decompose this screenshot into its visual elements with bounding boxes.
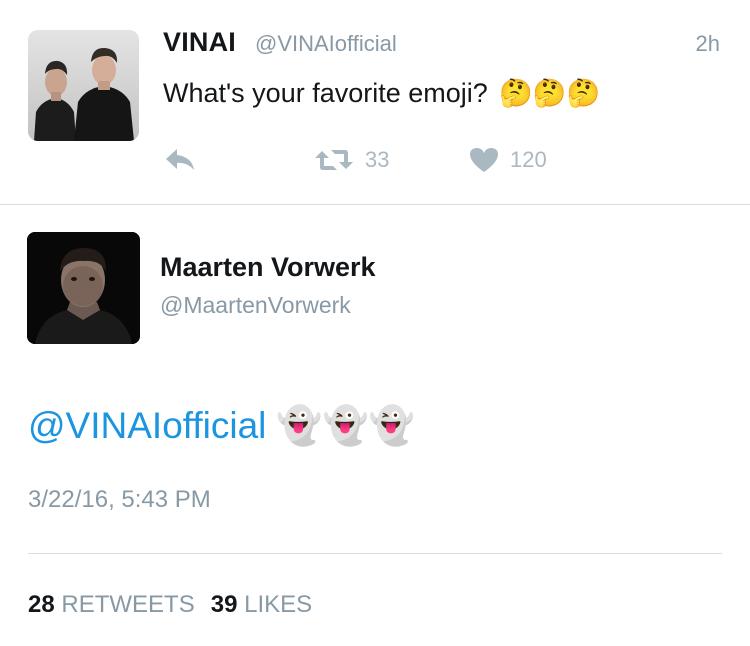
avatar-photo (28, 30, 139, 141)
engagement-stats: 28 RETWEETS 39 LIKES (28, 591, 312, 619)
mention-link[interactable]: @VINAIofficial (28, 405, 266, 446)
avatar-photo (27, 232, 140, 344)
like-count: 120 (510, 147, 547, 172)
heart-icon (470, 148, 498, 172)
retweet-icon (315, 150, 353, 170)
maarten-avatar[interactable] (27, 232, 140, 344)
parent-author-name[interactable]: VINAI (163, 27, 236, 58)
like-button[interactable]: 120 (468, 140, 547, 180)
parent-author-handle[interactable]: @VINAIofficial (255, 31, 397, 57)
tweet-timestamp: 3/22/16, 5:43 PM (28, 486, 211, 513)
reply-author-handle[interactable]: @MaartenVorwerk (160, 292, 351, 319)
parent-tweet-text: What's your favorite emoji? 🤔🤔🤔 (163, 77, 600, 109)
reply-author-name[interactable]: Maarten Vorwerk (160, 252, 376, 283)
retweets-label: RETWEETS (61, 591, 195, 618)
parent-tweet-text-body: What's your favorite emoji? (163, 78, 488, 108)
likes-number: 39 (210, 591, 238, 618)
likes-label: LIKES (244, 591, 313, 618)
parent-tweet[interactable]: VINAI @VINAIofficial 2h What's your favo… (0, 0, 750, 205)
thinking-face-emojis: 🤔🤔🤔 (499, 78, 601, 108)
retweet-button[interactable]: 33 (313, 140, 389, 180)
ghost-emojis: 👻👻👻 (276, 405, 415, 446)
retweets-number: 28 (28, 591, 55, 618)
parent-time-ago: 2h (695, 31, 720, 56)
retweet-count: 33 (365, 147, 390, 172)
reply-tweet-text: @VINAIofficial 👻👻👻 (28, 405, 415, 448)
divider (28, 553, 722, 554)
tweet-actions: 33 120 (163, 140, 723, 180)
reply-button[interactable] (163, 140, 197, 180)
vinai-avatar[interactable] (28, 30, 139, 141)
reply-icon (166, 149, 194, 170)
retweets-stat[interactable]: 28 RETWEETS (28, 591, 195, 618)
likes-stat[interactable]: 39 LIKES (211, 591, 312, 618)
